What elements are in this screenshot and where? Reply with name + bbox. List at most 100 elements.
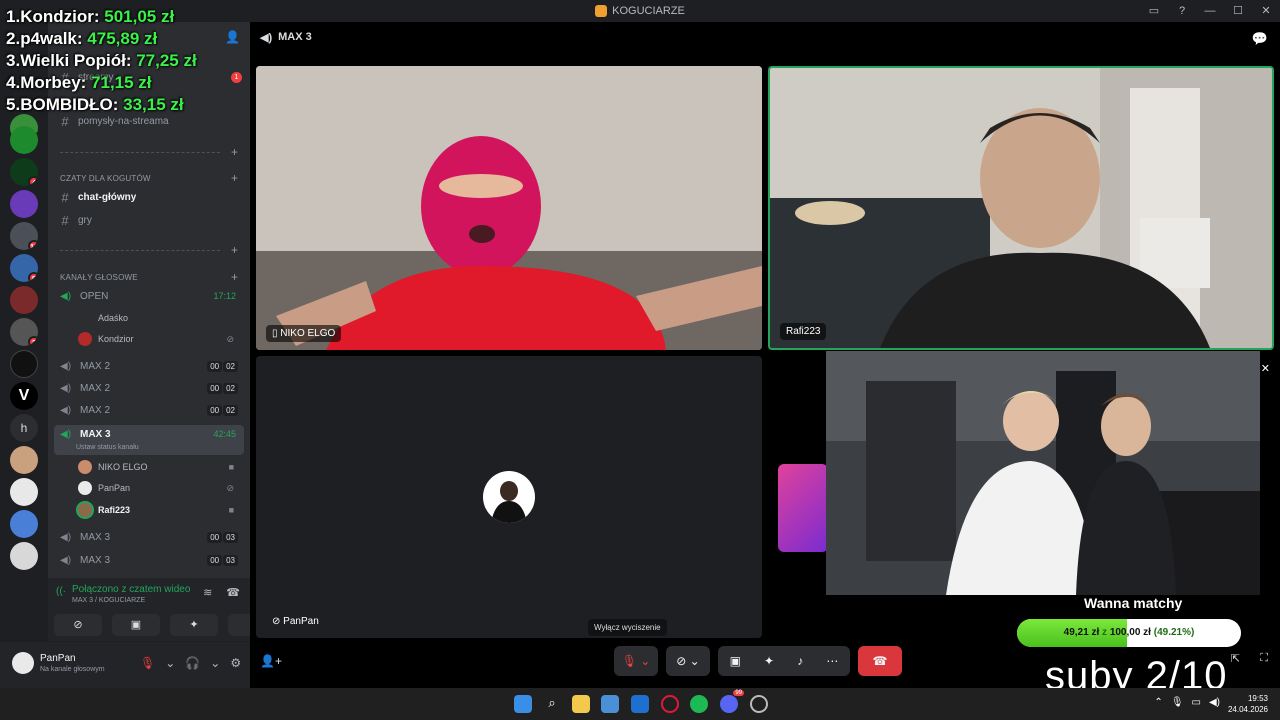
server-avatar[interactable] [10,510,38,538]
webcam-feed [826,351,1260,595]
inbox-icon[interactable]: ▭ [1140,0,1168,22]
voice-channel-label: MAX 3 [80,429,111,440]
voice-member[interactable]: Kondzior ⊘ [78,329,244,349]
spotify-icon[interactable] [690,695,708,713]
server-avatar[interactable] [10,126,38,154]
server-avatar[interactable] [10,542,38,570]
chat-bubble-icon[interactable]: 💬 [1252,31,1268,47]
clock[interactable]: 19:53 24.04.2026 [1228,693,1268,715]
muted-icon: ⊘ [226,333,234,344]
voice-channel-max3[interactable]: ◀) MAX 3 00 03 [54,527,244,547]
avatar[interactable] [12,652,34,674]
add-channel-icon[interactable]: + [231,243,238,257]
video-tile-rafi[interactable]: Rafi223 [768,66,1274,350]
discord-window: KOGUCIARZE ▭ ? — ☐ ✕ 1 4 10 5 2 V h 👤 # … [0,0,1280,720]
camera-button[interactable]: ⊘ ⌄ [666,646,710,676]
category-chat[interactable]: CZATY DLA KOGUTÓW [60,174,151,183]
minimize-button[interactable]: — [1196,0,1224,22]
video-tile-niko[interactable]: ▯ NIKO ELGO [256,66,762,350]
mail-icon[interactable] [631,695,649,713]
tooltip: Wyłącz wyciszenie [588,619,667,636]
help-icon[interactable]: ? [1168,0,1196,22]
file-explorer-icon[interactable] [572,695,590,713]
server-avatar[interactable]: 10 [10,222,38,250]
call-controls: 🎙 ⌄ ⊘ ⌄ ▣ ✦ ♪ ⋯ ☎ [614,646,902,676]
leave-call-button[interactable]: ☎ [858,646,902,676]
voice-channel-open[interactable]: ◀) OPEN 17:12 [54,286,244,306]
goal-separator: z [1102,627,1108,638]
voice-member[interactable]: Rafi223 ■ [78,500,244,520]
more-options-icon[interactable]: ⋯ [826,654,838,668]
maximize-button[interactable]: ☐ [1224,0,1252,22]
soundboard-icon[interactable]: ♪ [797,654,803,668]
activities-icon[interactable]: ✦ [764,654,774,668]
server-avatar[interactable]: 2 [10,318,38,346]
opera-icon[interactable] [661,695,679,713]
unmute-button[interactable]: 🎙 ⌄ [614,646,658,676]
voice-member[interactable]: NIKO ELGO ■ [78,457,244,477]
volume-icon[interactable]: ◀) [1209,697,1220,708]
start-icon[interactable] [514,695,532,713]
camera-off-button[interactable]: ⊘ [54,614,102,636]
chevron-down-icon[interactable]: ⌄ [165,656,175,670]
chevron-down-icon[interactable]: ⌄ [210,656,220,670]
video-tile-panpan[interactable]: ⊘ PanPan [256,356,762,638]
server-avatar[interactable] [10,190,38,218]
steam-icon[interactable] [750,695,768,713]
voice-channel-path[interactable]: MAX 3 / KOGUCIARZE [72,597,145,604]
add-channel-icon[interactable]: + [231,145,238,159]
add-user-icon[interactable]: 👤+ [260,654,282,668]
voice-member[interactable]: Adaśko [78,308,244,328]
server-avatar[interactable]: h [10,414,38,442]
store-icon[interactable] [601,695,619,713]
screen-share-icon[interactable]: ▣ [730,654,741,668]
voice-channel-max2[interactable]: ◀) MAX 2 00 02 [54,356,244,376]
chevron-up-icon[interactable]: ⌃ [1154,697,1162,708]
channel-chat-glowny[interactable]: # chat-główny [48,187,250,207]
server-avatar[interactable]: 4 [10,158,38,186]
disconnect-icon[interactable]: ☎ [226,586,240,599]
noise-suppression-icon[interactable]: ≋ [203,586,212,599]
user-name[interactable]: PanPan [40,653,76,664]
signal-icon[interactable]: ((· [56,586,68,598]
channel-status-hint[interactable]: Ustaw status kanału [76,444,139,451]
voice-channel-max2[interactable]: ◀) MAX 2 00 02 [54,378,244,398]
server-avatar[interactable]: 5 [10,254,38,282]
server-avatar[interactable]: V [10,382,38,410]
member-name: PanPan [98,483,131,493]
user-counter: 00 03 [207,531,238,543]
count-current: 00 [207,554,223,566]
close-button[interactable]: ✕ [1252,0,1280,22]
voice-channel-max3[interactable]: ◀) MAX 3 00 03 [54,550,244,570]
mic-muted-icon[interactable]: 🎙 [140,656,155,670]
fullscreen-icon[interactable]: ⛶ [1260,652,1268,665]
voice-channel-label: MAX 3 [80,531,111,543]
category-voice[interactable]: KANAŁY GŁOSOWE [60,273,138,282]
donation-leaderboard: 1.Kondzior: 501,05 zł 2.p4walk: 475,89 z… [6,6,197,116]
network-icon[interactable]: ▭ [1192,697,1201,708]
add-channel-icon[interactable]: + [231,171,238,185]
microphone-icon[interactable]: 🎙 [1171,697,1184,708]
add-member-icon[interactable]: 👤 [225,30,240,44]
server-avatar[interactable] [10,446,38,474]
popout-icon[interactable]: ⇱ [1231,652,1240,665]
call-actions-group: ▣ ✦ ♪ ⋯ [718,646,850,676]
server-avatar[interactable] [10,478,38,506]
screen-share-button[interactable]: ▣ [112,614,160,636]
close-icon[interactable]: ✕ [1261,362,1270,375]
channel-gry[interactable]: # gry [48,210,250,230]
activities-button[interactable]: ✦ [170,614,218,636]
muted-icon: ⊘ [226,482,234,493]
discord-icon[interactable]: 99 [720,690,744,713]
server-avatar[interactable] [10,286,38,314]
goal-percent: (49.21%) [1153,627,1195,638]
voice-channel-max2[interactable]: ◀) MAX 2 00 02 [54,400,244,420]
voice-member[interactable]: PanPan ⊘ [78,478,244,498]
clock-date: 24.04.2026 [1227,705,1268,714]
headphones-icon[interactable]: 🎧 [185,656,200,670]
search-icon[interactable]: ⌕ [543,695,561,713]
add-channel-icon[interactable]: + [231,270,238,284]
user-counter: 00 02 [207,382,238,394]
server-avatar[interactable] [10,350,38,378]
settings-gear-icon[interactable]: ⚙ [230,656,241,670]
